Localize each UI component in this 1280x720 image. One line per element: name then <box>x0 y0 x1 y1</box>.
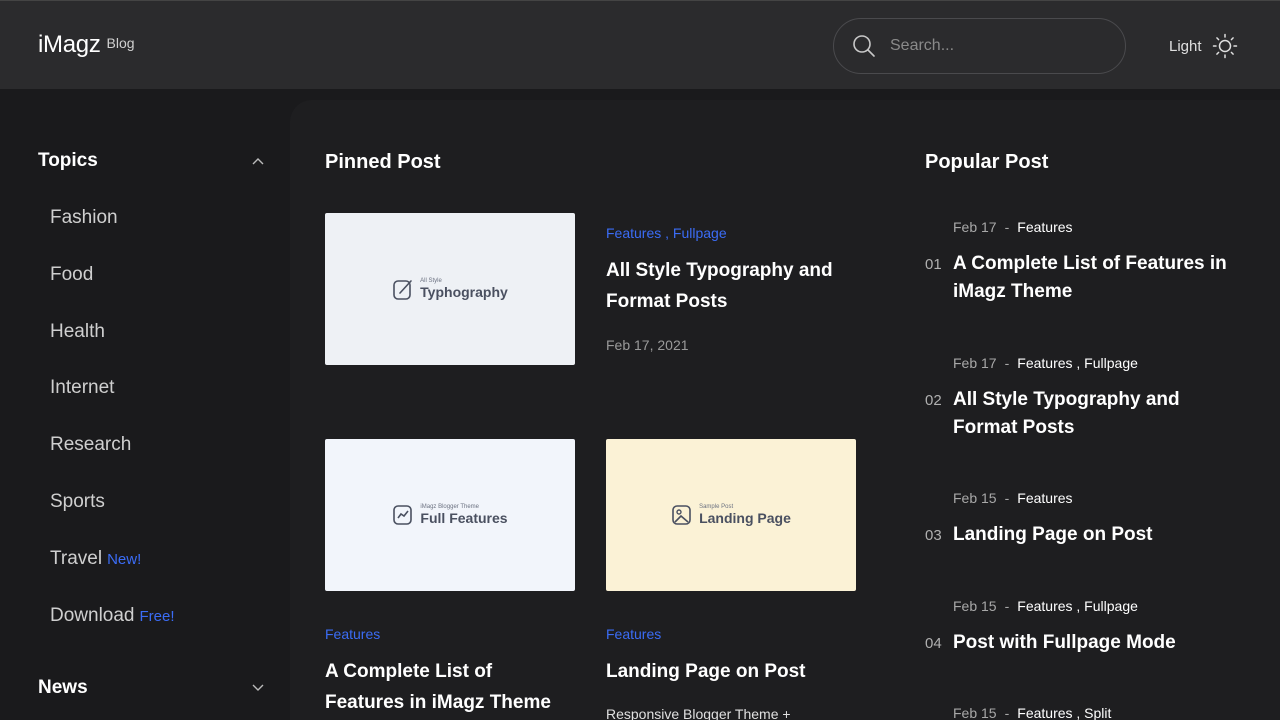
search-icon <box>853 35 875 57</box>
sidebar-item-health[interactable]: Health <box>50 321 105 343</box>
sidebar-item-travel[interactable]: Travel New! <box>50 548 141 570</box>
post-excerpt: Responsive Blogger Theme + <box>606 706 791 720</box>
post-thumbnail-landing[interactable]: Sample Post Landing Page <box>606 439 856 591</box>
sidebar-item-label: Sports <box>50 491 105 512</box>
news-header[interactable]: News <box>38 677 264 699</box>
popular-tags[interactable]: Features , Fullpage <box>1017 598 1138 614</box>
site-logo[interactable]: iMagz Blog <box>38 31 135 59</box>
sidebar-item-label: Health <box>50 321 105 342</box>
search-input[interactable] <box>890 37 1090 55</box>
popular-item-title[interactable]: Landing Page on Post <box>953 521 1243 549</box>
sun-icon <box>1212 33 1237 59</box>
popular-meta: Feb 15- Features , Fullpage <box>953 598 1138 614</box>
sidebar-item-sports[interactable]: Sports <box>50 491 105 513</box>
header: iMagz Blog Light <box>0 0 1280 89</box>
news-title: News <box>38 677 88 698</box>
post-date: Feb 17, 2021 <box>606 337 689 353</box>
sidebar-item-internet[interactable]: Internet <box>50 377 114 399</box>
theme-toggle[interactable]: Light <box>1169 33 1238 59</box>
sidebar-item-download[interactable]: Download Free! <box>50 605 175 627</box>
topics-header[interactable]: Topics <box>38 150 264 172</box>
sidebar-item-label: Download <box>50 605 135 626</box>
popular-item-title[interactable]: All Style Typography and Format Posts <box>953 386 1243 442</box>
chevron-down-icon[interactable] <box>252 684 264 692</box>
popular-tags[interactable]: Features <box>1017 490 1072 506</box>
topics-title: Topics <box>38 150 98 171</box>
post-title[interactable]: A Complete List of Features in iMagz The… <box>325 656 575 718</box>
sidebar: Topics Fashion Food Health Internet Rese… <box>0 89 290 720</box>
popular-item-title[interactable]: A Complete List of Features in iMagz The… <box>953 250 1243 306</box>
popular-meta: Feb 15- Features <box>953 490 1073 506</box>
post-title[interactable]: All Style Typography and Format Posts <box>606 255 856 317</box>
popular-tags[interactable]: Features <box>1017 219 1072 235</box>
edit-icon <box>393 280 412 300</box>
logo-subtitle: Blog <box>106 35 135 51</box>
popular-number: 02 <box>925 392 942 409</box>
new-badge: New! <box>107 551 142 568</box>
image-icon <box>672 505 691 525</box>
popular-tags[interactable]: Features , Fullpage <box>1017 355 1138 371</box>
sidebar-item-label: Food <box>50 264 94 285</box>
popular-date: Feb 17 <box>953 219 997 235</box>
popular-date: Feb 15 <box>953 598 997 614</box>
post-thumbnail-features[interactable]: iMagz Blogger Theme Full Features <box>325 439 575 591</box>
post-category[interactable]: Features <box>325 626 380 642</box>
sidebar-item-label: Fashion <box>50 207 118 228</box>
popular-item-title[interactable]: Post with Fullpage Mode <box>953 629 1243 657</box>
sidebar-item-fashion[interactable]: Fashion <box>50 207 118 229</box>
popular-number: 04 <box>925 635 942 652</box>
post-thumbnail-typography[interactable]: All Style Typhography <box>325 213 575 365</box>
chart-icon <box>393 505 413 525</box>
thumbnail-heading: Typhography <box>420 284 508 300</box>
sidebar-item-research[interactable]: Research <box>50 434 131 456</box>
sidebar-item-label: Travel <box>50 548 103 569</box>
chevron-up-icon[interactable] <box>252 157 264 165</box>
logo-text: iMagz <box>38 31 101 58</box>
thumbnail-heading: Full Features <box>420 510 508 526</box>
popular-date: Feb 17 <box>953 355 997 371</box>
popular-number: 01 <box>925 256 942 273</box>
popular-meta: Feb 15- Features , Split <box>953 705 1112 720</box>
post-category[interactable]: Features <box>606 626 661 642</box>
post-title[interactable]: Landing Page on Post <box>606 656 856 687</box>
theme-label: Light <box>1169 37 1202 55</box>
popular-meta: Feb 17- Features , Fullpage <box>953 355 1138 371</box>
sidebar-item-label: Internet <box>50 377 115 398</box>
popular-tags[interactable]: Features , Split <box>1017 705 1111 720</box>
free-badge: Free! <box>139 608 175 625</box>
popular-date: Feb 15 <box>953 705 997 720</box>
search-box[interactable] <box>833 18 1126 74</box>
popular-number: 03 <box>925 527 942 544</box>
popular-post-title: Popular Post <box>925 151 1049 173</box>
popular-meta: Feb 17- Features <box>953 219 1073 235</box>
sidebar-item-food[interactable]: Food <box>50 264 93 286</box>
sidebar-item-label: Research <box>50 434 132 455</box>
post-category[interactable]: Features , Fullpage <box>606 225 727 241</box>
popular-date: Feb 15 <box>953 490 997 506</box>
pinned-post-title: Pinned Post <box>325 151 441 173</box>
thumbnail-heading: Landing Page <box>699 510 791 526</box>
